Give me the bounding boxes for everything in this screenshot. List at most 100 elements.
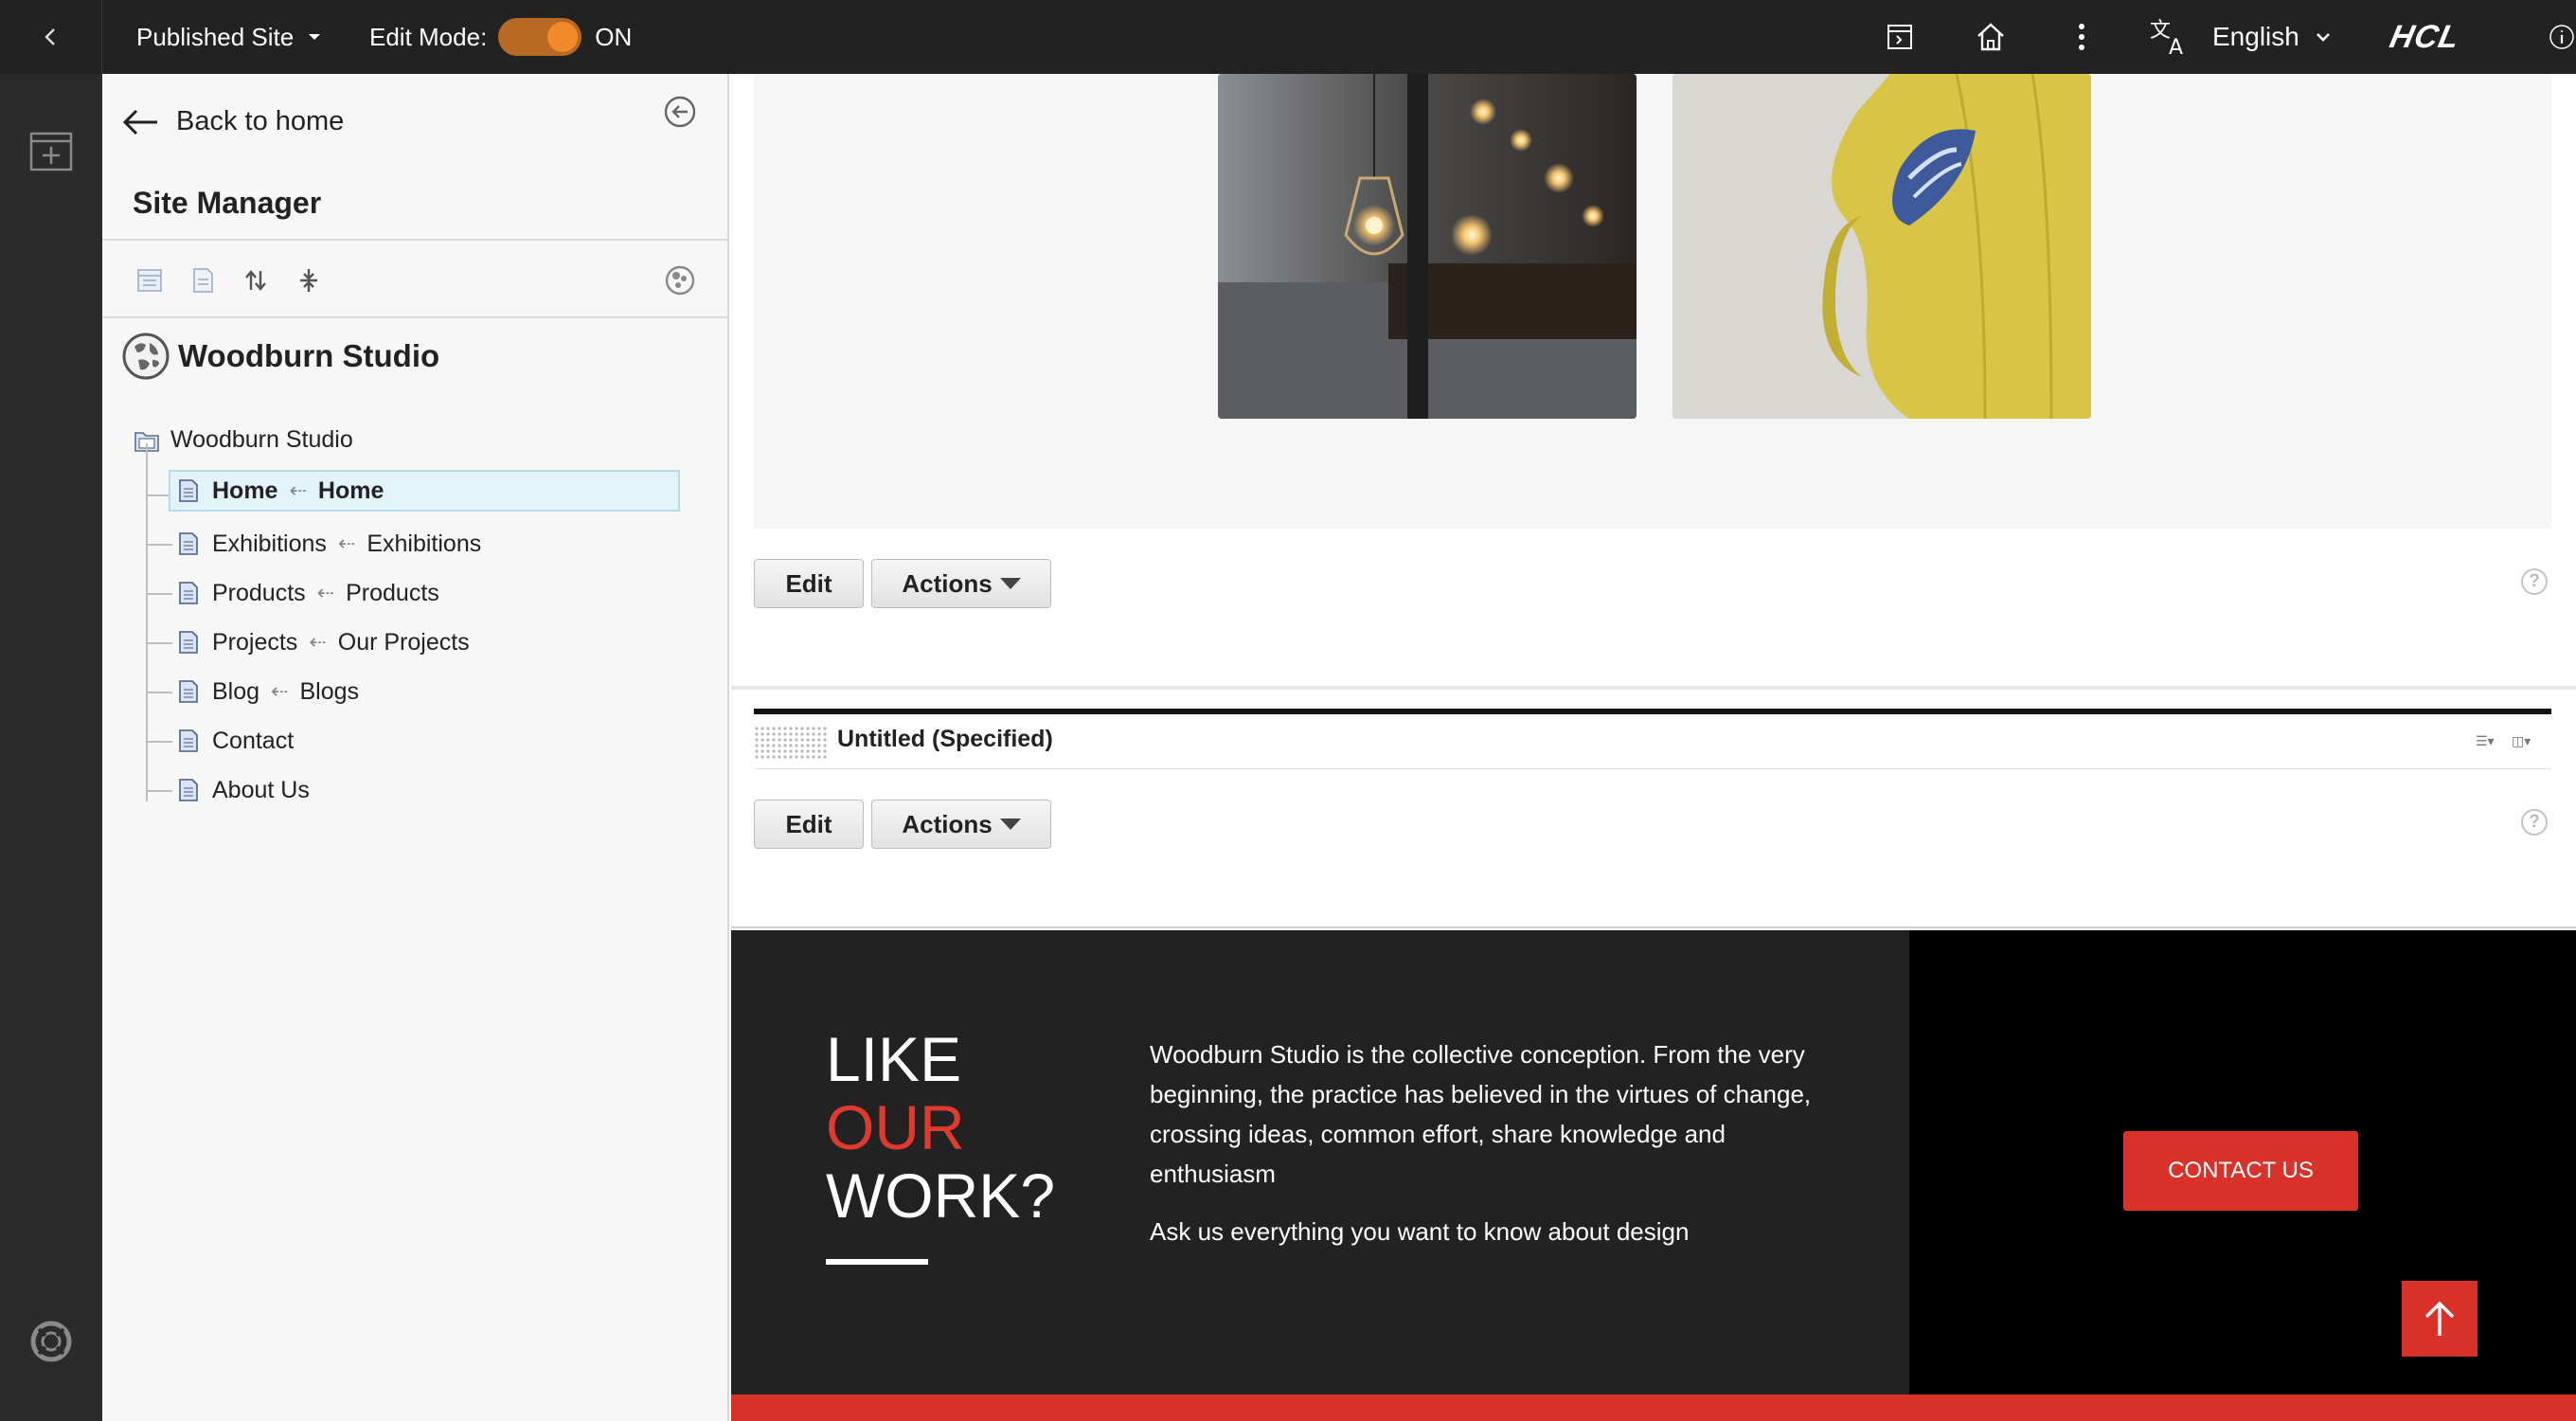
preview-panel-icon: [1887, 25, 1912, 49]
container-menu-icon[interactable]: ◫▾: [2512, 733, 2531, 749]
tree-connector: [146, 544, 172, 546]
more-options-button[interactable]: [2055, 0, 2108, 74]
help-center-button[interactable]: [28, 1319, 74, 1364]
tree-item-label: Contact: [212, 727, 295, 754]
link-arrow-icon: ⇠: [337, 531, 356, 555]
tree-item-about-us[interactable]: About Us: [170, 769, 310, 811]
arrow-up-icon: [2424, 1301, 2455, 1336]
language-icon-wrap[interactable]: 文A: [2142, 0, 2195, 74]
page-icon: [179, 479, 198, 502]
more-vertical-icon: [2079, 24, 2084, 50]
lifebuoy-icon: [30, 1321, 72, 1362]
footer-ask-text: Ask us everything you want to know about…: [1150, 1217, 1690, 1246]
untitled-component-header: Untitled (Specified) ☰▾ ◫▾: [754, 714, 2551, 769]
edit-mode-state: ON: [595, 22, 633, 51]
tree-root-label: Woodburn Studio: [170, 426, 353, 453]
heading-line-2: OUR: [826, 1092, 965, 1162]
tree-connector: [146, 790, 172, 792]
back-chevron-button[interactable]: [0, 0, 102, 74]
tree-item-home[interactable]: Home ⇠ Home: [169, 470, 680, 512]
page-icon: [179, 779, 198, 801]
page-icon: [179, 532, 198, 555]
caret-down-icon: [999, 578, 1021, 589]
info-icon: [2549, 25, 2574, 49]
page-icon: [179, 582, 198, 604]
tree-root[interactable]: Woodburn Studio: [133, 426, 353, 454]
actions-label: Actions: [902, 809, 993, 838]
info-button[interactable]: [2548, 0, 2576, 74]
help-icon[interactable]: ?: [2521, 809, 2548, 836]
link-arrow-icon: ⇠: [309, 630, 327, 654]
tree-item-label: Blog: [212, 677, 260, 705]
caret-down-icon: [309, 34, 321, 40]
tree-item-label: Products: [212, 579, 306, 606]
tree-item-products[interactable]: Products ⇠ Products: [170, 572, 439, 614]
home-icon: [1977, 23, 2004, 51]
page-icon: [179, 680, 198, 703]
hcl-logo: HCL: [2387, 19, 2464, 55]
link-arrow-icon: ⇠: [316, 581, 335, 604]
edit-mode-control: Edit Mode: ON: [369, 0, 632, 74]
tree-item-contact[interactable]: Contact: [170, 720, 294, 762]
add-content-button[interactable]: [28, 129, 74, 174]
tree-item-projects[interactable]: Projects ⇠ Our Projects: [170, 621, 470, 663]
home-button[interactable]: [1964, 0, 2017, 74]
edit-button[interactable]: Edit: [754, 800, 864, 849]
tree-connector: [146, 741, 172, 743]
heading-line-3: WORK?: [826, 1160, 1056, 1231]
actions-button[interactable]: Actions: [871, 559, 1051, 608]
component-title: Untitled (Specified): [837, 726, 1053, 752]
page-icon: [179, 631, 198, 654]
drag-handle-icon[interactable]: [754, 726, 828, 760]
link-arrow-icon: ⇠: [289, 478, 307, 502]
site-selector[interactable]: Published Site: [136, 0, 324, 74]
toggle-knob: [547, 22, 579, 52]
tree-item-label: Projects: [212, 628, 298, 656]
heading-line-1: LIKE: [826, 1024, 962, 1094]
edit-mode-toggle[interactable]: [498, 18, 582, 56]
layout-menu-icon[interactable]: ☰▾: [2476, 733, 2495, 749]
site-tree: Woodburn Studio Home ⇠ Home Exhibitions …: [102, 74, 729, 926]
language-label: English: [2212, 22, 2299, 51]
preview-panel-button[interactable]: [1873, 0, 1926, 74]
yellow-sofa-image: [1673, 74, 2091, 419]
tree-item-blog[interactable]: Blog ⇠ Blogs: [170, 671, 359, 712]
scroll-to-top-button[interactable]: [2402, 1281, 2478, 1357]
tree-item-target: Exhibitions: [367, 530, 482, 557]
chevron-left-icon: [44, 28, 55, 45]
actions-button[interactable]: Actions: [871, 800, 1051, 849]
tree-connector: [146, 443, 148, 801]
top-bar: Published Site Edit Mode: ON 文A English …: [0, 0, 2576, 74]
site-selector-label: Published Site: [136, 22, 295, 51]
page-icon: [179, 729, 198, 752]
heading-underline: [826, 1259, 928, 1265]
tree-item-exhibitions[interactable]: Exhibitions ⇠ Exhibitions: [170, 523, 481, 565]
caret-down-icon: [999, 818, 1021, 830]
tree-item-target: Our Projects: [337, 628, 470, 656]
contact-us-button[interactable]: CONTACT US: [2123, 1131, 2358, 1211]
translate-icon: 文A: [2150, 19, 2183, 58]
tree-connector: [146, 642, 172, 644]
site-footer: LIKE OUR WORK? Woodburn Studio is the co…: [731, 930, 2576, 1421]
add-panel-icon: [29, 132, 73, 171]
svg-text:A: A: [2169, 36, 2183, 58]
tree-connector: [146, 692, 172, 693]
like-our-work-heading: LIKE OUR WORK?: [826, 1025, 1055, 1230]
chevron-down-icon: [2316, 33, 2330, 42]
help-icon[interactable]: ?: [2521, 568, 2548, 595]
region-divider: [731, 926, 2576, 928]
site-manager-panel: Back to home Site Manager Woodburn Studi…: [102, 74, 729, 1421]
tree-item-target: Products: [346, 579, 439, 606]
edit-button[interactable]: Edit: [754, 559, 864, 608]
tree-item-target: Blogs: [299, 677, 360, 705]
footer-red-strip: [731, 1394, 2576, 1421]
left-rail: [0, 74, 102, 1421]
link-arrow-icon: ⇠: [271, 679, 289, 703]
tree-item-label: Exhibitions: [212, 530, 327, 557]
svg-text:文: 文: [2150, 19, 2171, 43]
footer-description: Woodburn Studio is the collective concep…: [1150, 1040, 1812, 1188]
tree-item-target: Home: [317, 477, 385, 504]
language-selector[interactable]: English: [2212, 0, 2334, 74]
cafe-lights-image: [1218, 74, 1637, 419]
tree-connector: [146, 593, 172, 595]
